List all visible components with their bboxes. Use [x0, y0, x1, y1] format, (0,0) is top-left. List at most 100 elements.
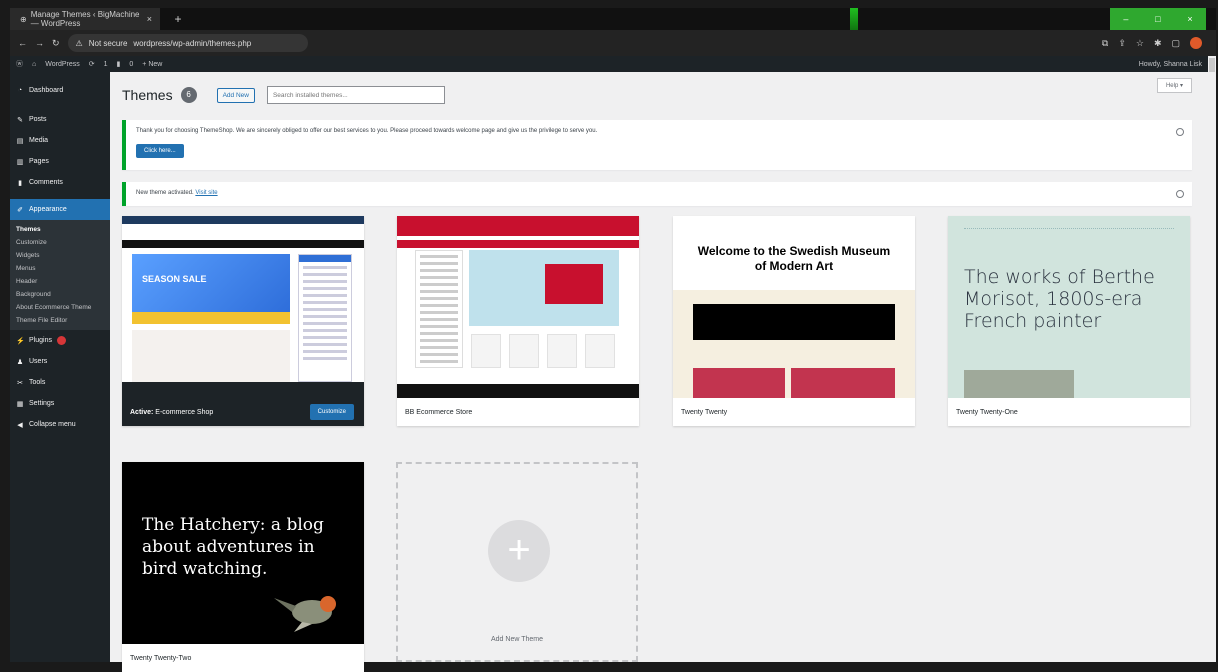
bookmark-icon[interactable]: ☆ — [1136, 38, 1144, 49]
forward-icon[interactable]: → — [35, 38, 44, 48]
new-tab-button[interactable]: + — [170, 11, 186, 27]
wordpress-logo-icon[interactable]: ⓦ — [16, 59, 23, 69]
theme-screenshot[interactable]: The Hatchery: a blog about adventures in… — [122, 462, 364, 644]
sidebar-item-plugins[interactable]: ⚡ Plugins — [10, 330, 110, 351]
back-icon[interactable]: ← — [18, 38, 27, 48]
wordpress-icon: ⊕ — [20, 14, 27, 24]
new-content-link[interactable]: + New — [142, 61, 162, 68]
plugin-icon: ⚡ — [16, 337, 25, 345]
sidebar-item-appearance[interactable]: ✐ Appearance — [10, 199, 110, 220]
page-scrollbar[interactable] — [1208, 56, 1216, 662]
profile-avatar[interactable] — [1190, 37, 1202, 49]
extension-icon[interactable]: ⧉ — [1102, 38, 1108, 49]
submenu-themes[interactable]: Themes — [10, 223, 110, 236]
activated-text: New theme activated. — [136, 190, 194, 196]
main-content: Help ▾ Themes 6 Add New Thank you for ch… — [110, 72, 1208, 672]
theme-card-twenty-twenty-two[interactable]: The Hatchery: a blog about adventures in… — [122, 462, 364, 672]
plugins-update-badge — [56, 336, 66, 345]
theme-card-bb-ecommerce[interactable]: BB Ecommerce Store — [397, 216, 639, 426]
sidebar-item-dashboard[interactable]: ◔ Dashboard — [10, 80, 110, 101]
updates-count[interactable]: 1 — [104, 61, 108, 68]
thumb-header — [673, 216, 915, 234]
sidebar-item-label: Plugins — [29, 337, 52, 344]
active-label: Active: — [130, 408, 154, 416]
sidebar-item-label: Collapse menu — [29, 421, 76, 428]
howdy-user[interactable]: Howdy, Shanna Lisk — [1139, 61, 1202, 68]
theme-name-bar: Twenty Twenty — [673, 398, 915, 426]
tools-icon: ✂ — [17, 379, 23, 387]
dismiss-icon[interactable] — [1176, 128, 1184, 136]
sidebar-item-label: Media — [29, 137, 49, 144]
extensions-puzzle-icon[interactable]: ✱ — [1154, 38, 1162, 49]
maximize-button[interactable]: □ — [1155, 14, 1160, 24]
submenu-widgets[interactable]: Widgets — [10, 249, 110, 262]
submenu-background[interactable]: Background — [10, 288, 110, 301]
submenu-header[interactable]: Header — [10, 275, 110, 288]
sidebar-item-label: Dashboard — [29, 87, 64, 94]
sidebar-item-media[interactable]: ▤ Media — [10, 130, 110, 151]
thumb-product — [585, 334, 615, 368]
brush-icon: ✐ — [17, 206, 23, 214]
dashboard-icon: ◔ — [17, 87, 23, 94]
theme-card-twenty-twenty[interactable]: Welcome to the Swedish Museum of Modern … — [673, 216, 915, 426]
submenu-about-theme[interactable]: About Ecommerce Theme — [10, 301, 110, 314]
scrollbar-thumb[interactable] — [1209, 58, 1215, 72]
theme-screenshot[interactable]: The works of Berthe Morisot, 1800s-era F… — [948, 216, 1190, 398]
add-new-theme-button[interactable]: Add New — [216, 87, 255, 103]
sidebar-item-label: Tools — [29, 379, 46, 386]
sidebar-item-users[interactable]: ♟ Users — [10, 351, 110, 372]
theme-name: Twenty Twenty — [681, 408, 728, 416]
theme-name: Twenty Twenty-Two — [130, 654, 192, 662]
theme-screenshot[interactable]: Welcome to the Swedish Museum of Modern … — [673, 216, 915, 398]
submenu-menus[interactable]: Menus — [10, 262, 110, 275]
share-icon[interactable]: ⇪ — [1118, 38, 1126, 49]
submenu-customize[interactable]: Customize — [10, 236, 110, 249]
browser-tab[interactable]: ⊕ Manage Themes ‹ BigMachine — WordPress… — [10, 8, 160, 30]
thumb-footer — [122, 382, 364, 398]
thumb-product — [471, 334, 501, 368]
customize-button[interactable]: Customize — [309, 404, 354, 420]
sidebar-item-comments[interactable]: ▮ Comments — [10, 172, 110, 193]
sidebar-item-tools[interactable]: ✂ Tools — [10, 372, 110, 393]
theme-name-bar: Twenty Twenty-Two — [122, 644, 364, 672]
sidebar-item-pages[interactable]: ▥ Pages — [10, 151, 110, 172]
dismiss-icon[interactable] — [1176, 190, 1184, 198]
thumb-nav — [964, 228, 1174, 232]
sidebar-item-label: Settings — [29, 400, 55, 407]
sidebar-item-posts[interactable]: ✎ Posts — [10, 109, 110, 130]
minimize-button[interactable]: – — [1123, 14, 1128, 24]
thumb-pink-block — [693, 368, 785, 398]
sidepanel-icon[interactable]: ▢ — [1171, 38, 1180, 49]
warning-icon: ⚠ — [75, 38, 83, 48]
admin-sidebar: ◔ Dashboard ✎ Posts ▤ Media ▥ Pages ▮ Comment… — [10, 72, 110, 662]
sidebar-item-collapse[interactable]: ◀ Collapse menu — [10, 414, 110, 435]
theme-card-twenty-twenty-one[interactable]: The works of Berthe Morisot, 1800s-era F… — [948, 216, 1190, 426]
url-field[interactable]: ⚠ Not secure wordpress/wp-admin/themes.p… — [67, 34, 308, 52]
thumb-black-panel — [693, 304, 895, 340]
thumb-footer — [397, 384, 639, 398]
click-here-button[interactable]: Click here... — [136, 144, 184, 158]
theme-card-ecommerce-shop[interactable]: SEASON SALE Active: E-commerce Shop Cust… — [122, 216, 364, 426]
appearance-submenu: Themes Customize Widgets Menus Header Ba… — [10, 220, 110, 330]
add-new-theme-card[interactable]: + Add New Theme — [396, 462, 638, 662]
theme-activated-notice: New theme activated. Visit site — [122, 182, 1192, 206]
tab-close-icon[interactable]: × — [147, 14, 152, 24]
search-themes-input[interactable] — [266, 86, 445, 104]
add-new-theme-label: Add New Theme — [490, 636, 543, 643]
theme-screenshot[interactable] — [397, 216, 639, 398]
comments-count[interactable]: 0 — [129, 61, 133, 68]
sidebar-item-label: Pages — [29, 158, 49, 165]
visit-site-link[interactable]: Visit site — [195, 190, 217, 196]
close-window-button[interactable]: × — [1187, 14, 1192, 24]
help-tab-button[interactable]: Help ▾ — [1156, 78, 1192, 93]
wp-admin-bar: ⓦ ⌂ WordPress ⟳ 1 ▮ 0 + New Howdy, Shann… — [10, 56, 1208, 72]
site-name-link[interactable]: WordPress — [45, 61, 80, 68]
thumb-pink-block — [791, 368, 895, 398]
sidebar-item-label: Users — [29, 358, 48, 365]
user-icon: ♟ — [16, 358, 24, 366]
submenu-theme-file-editor[interactable]: Theme File Editor — [10, 314, 110, 327]
theme-screenshot[interactable]: SEASON SALE — [122, 216, 364, 398]
sidebar-item-settings[interactable]: ▦ Settings — [10, 393, 110, 414]
updates-icon: ⟳ — [88, 61, 95, 68]
reload-icon[interactable]: ↻ — [52, 38, 60, 49]
